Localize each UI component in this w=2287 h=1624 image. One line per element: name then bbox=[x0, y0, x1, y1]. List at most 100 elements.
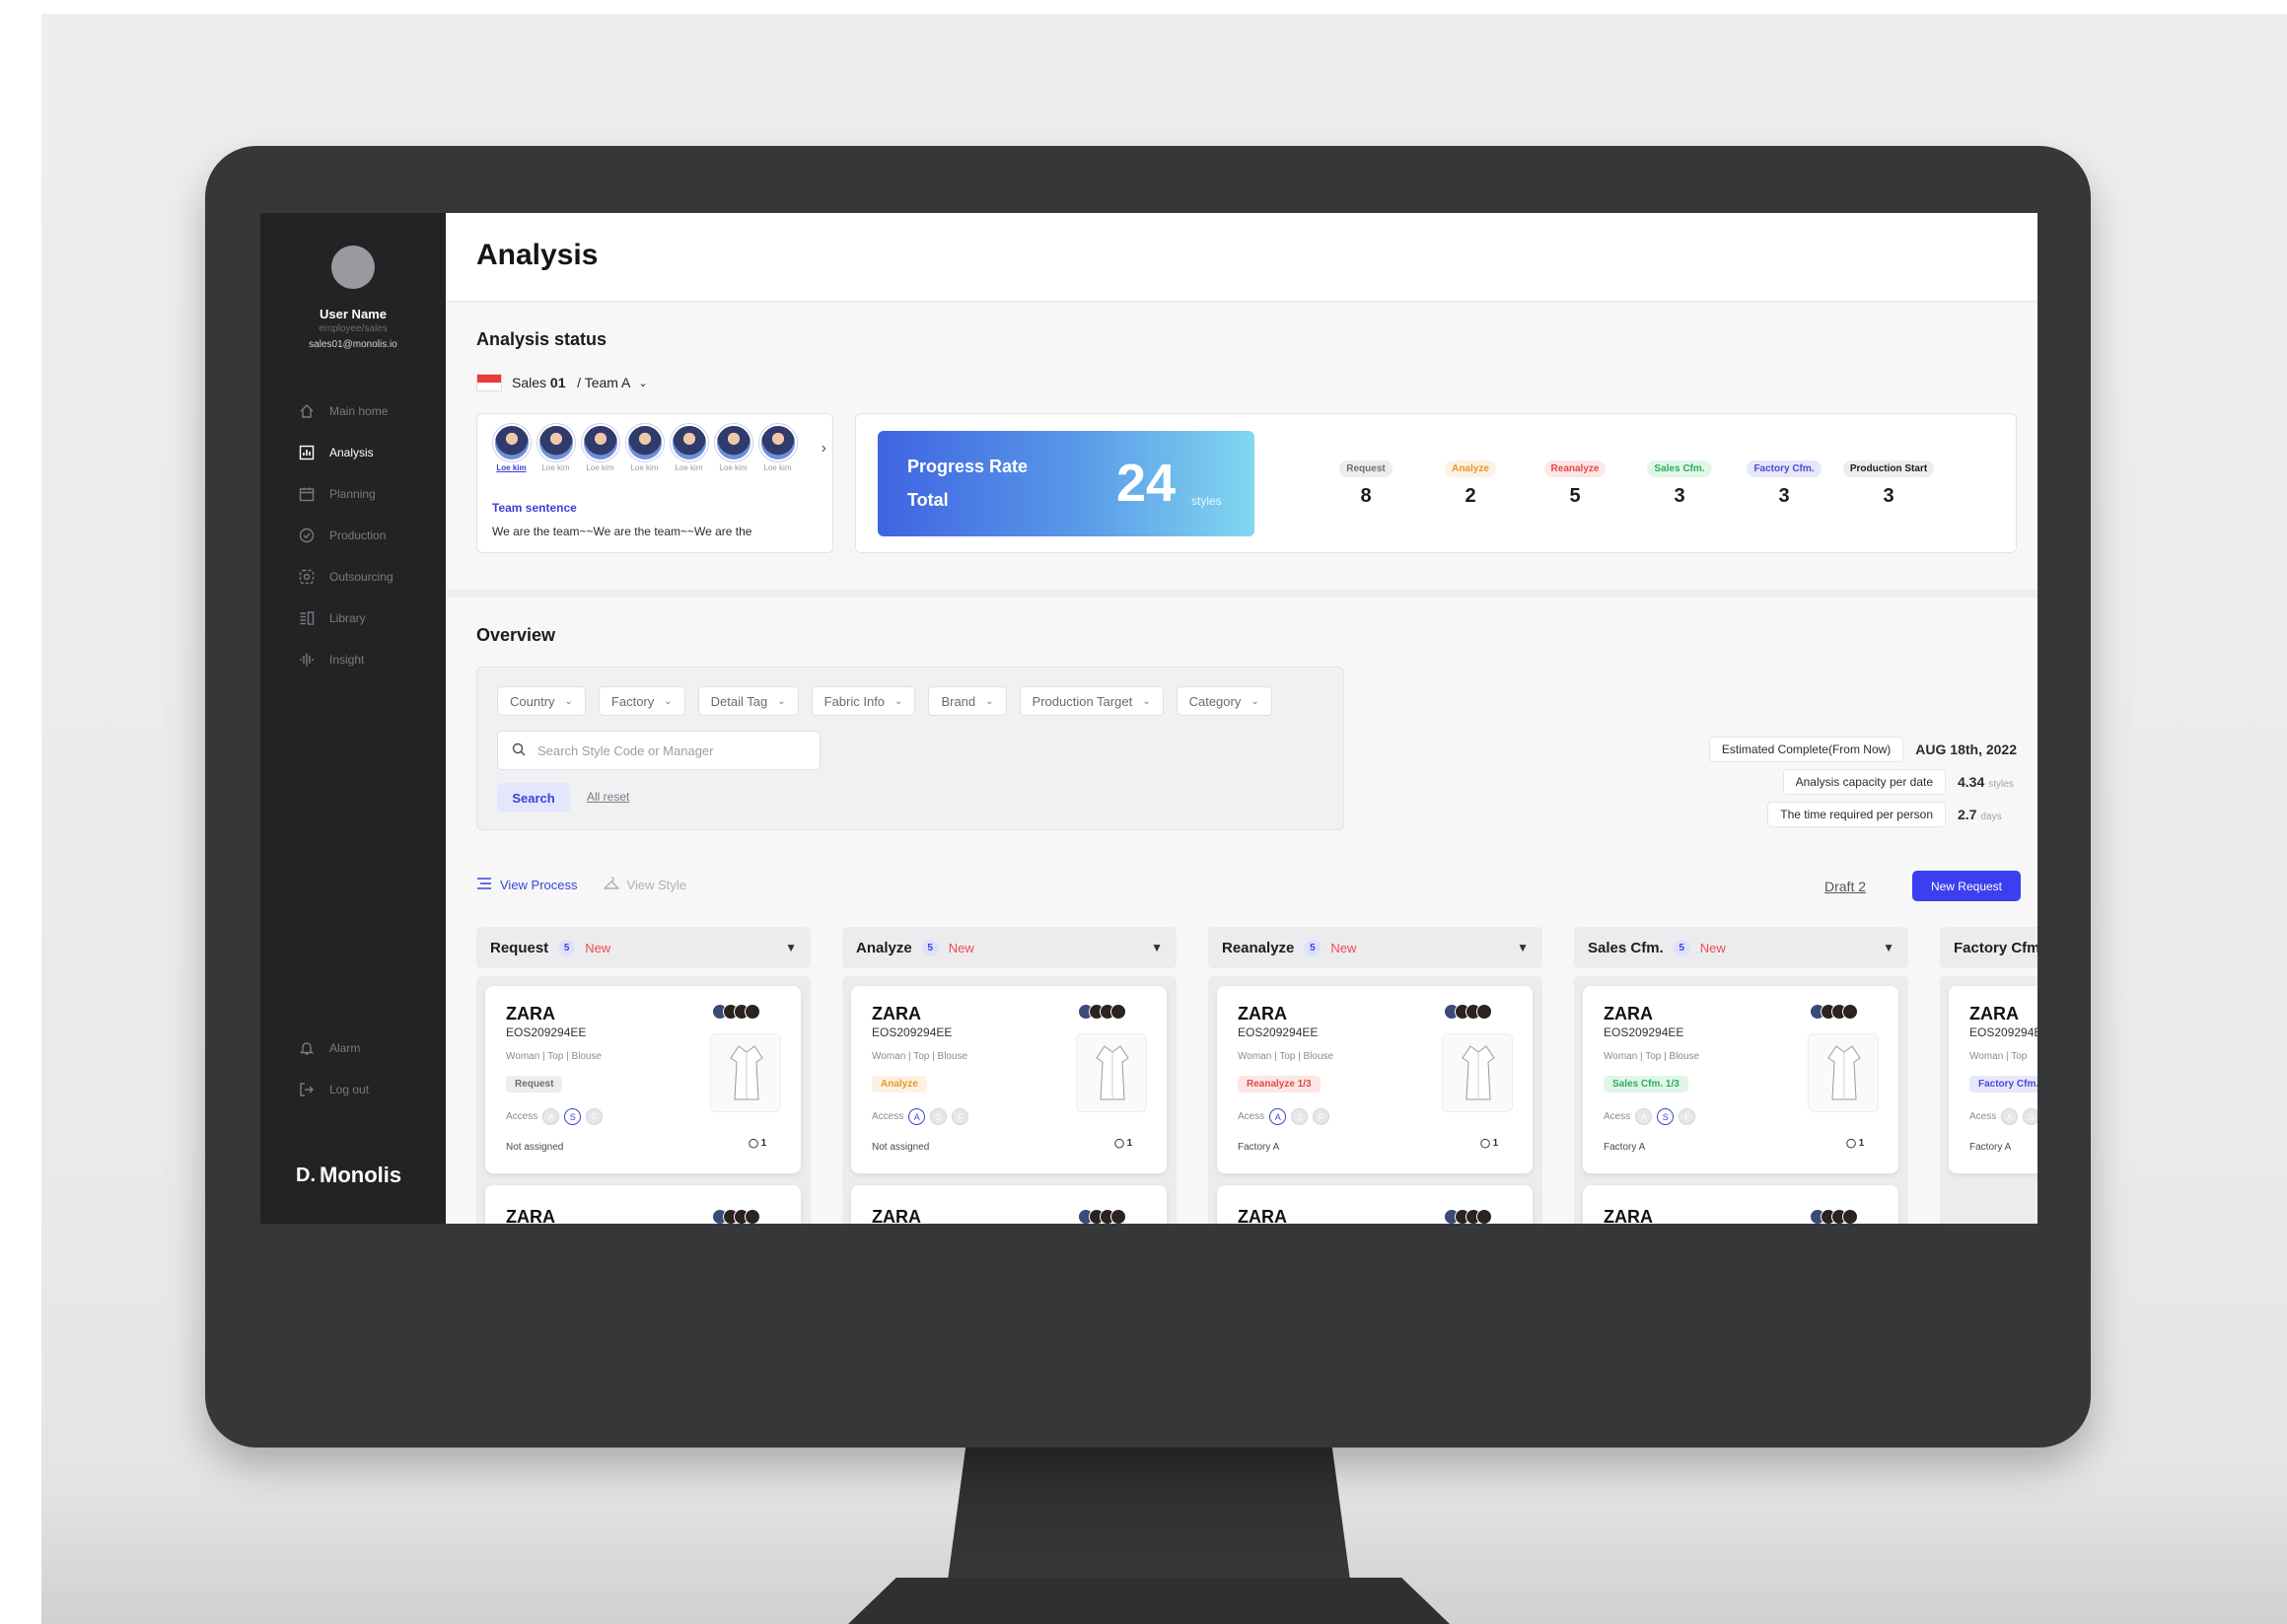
chevron-down-icon: ⌄ bbox=[894, 695, 903, 707]
access-badge[interactable]: A bbox=[2001, 1108, 2019, 1125]
access-badge[interactable]: F bbox=[1313, 1108, 1330, 1125]
chevron-right-icon[interactable]: › bbox=[822, 440, 826, 458]
access-badge[interactable]: S bbox=[1657, 1108, 1675, 1125]
stage-stat: Analyze 2 bbox=[1418, 459, 1523, 508]
member-name: Loe kim bbox=[719, 463, 748, 472]
sidebar-item-library[interactable]: Library bbox=[298, 598, 393, 639]
team-card: Loe kim Loe kim Loe kim Loe kim Loe kim Loe k… bbox=[476, 413, 833, 553]
card-comments[interactable]: ◯ 1 bbox=[1480, 1138, 1498, 1149]
style-card[interactable]: ZARA EOS209294EE Woman | Top | Blouse Analy… bbox=[851, 986, 1167, 1173]
tab-view-style[interactable]: View Style bbox=[602, 877, 686, 893]
access-badge[interactable]: A bbox=[908, 1108, 926, 1125]
column-header[interactable]: Request 5 New ▼ bbox=[476, 927, 811, 968]
caret-down-icon[interactable]: ▼ bbox=[785, 941, 797, 954]
dress-icon bbox=[1827, 1045, 1861, 1100]
sales-number: 01 bbox=[549, 375, 566, 390]
access-badge[interactable]: F bbox=[1679, 1108, 1696, 1125]
sidebar-bottom-nav: Alarm Log out bbox=[298, 1027, 369, 1110]
brand-logo[interactable]: D. Monolis bbox=[296, 1163, 401, 1188]
card-comments[interactable]: ◯ 1 bbox=[749, 1138, 766, 1149]
sidebar-item-analysis[interactable]: Analysis bbox=[298, 432, 393, 473]
team-member[interactable]: Loe kim bbox=[667, 424, 711, 472]
column-body: ZARA EOS209294EE Woman | Top | Blouse Reque… bbox=[476, 976, 811, 1224]
access-badge[interactable]: F bbox=[586, 1108, 604, 1125]
team-label: / Team A bbox=[577, 375, 631, 390]
column-body: ZARA EOS209294EE Woman | Top | Blouse Sales… bbox=[1574, 976, 1908, 1224]
style-card[interactable]: ZARA bbox=[485, 1185, 801, 1224]
filter-dropdown[interactable]: Fabric Info ⌄ bbox=[811, 686, 916, 716]
card-style-code: EOS209294EE bbox=[1604, 1025, 1684, 1039]
card-comments[interactable]: ◯ 1 bbox=[1846, 1138, 1864, 1149]
column-header[interactable]: Sales Cfm. 5 New ▼ bbox=[1574, 927, 1908, 968]
chevron-down-icon: ⌄ bbox=[664, 695, 673, 707]
style-card[interactable]: ZARA bbox=[1583, 1185, 1898, 1224]
access-badge[interactable]: S bbox=[564, 1108, 582, 1125]
access-badge[interactable]: A bbox=[542, 1108, 560, 1125]
chevron-down-icon: ⌄ bbox=[985, 695, 994, 707]
caret-down-icon[interactable]: ▼ bbox=[1883, 941, 1894, 954]
access-label: Access bbox=[506, 1111, 538, 1122]
search-input[interactable]: Search Style Code or Manager bbox=[497, 731, 821, 770]
column-header[interactable]: Reanalyze 5 New ▼ bbox=[1208, 927, 1542, 968]
team-member[interactable]: Loe kim bbox=[622, 424, 667, 472]
access-badge[interactable]: S bbox=[2023, 1108, 2037, 1125]
sidebar-item-insight[interactable]: Insight bbox=[298, 639, 393, 680]
search-button[interactable]: Search bbox=[497, 783, 570, 812]
column-title: Analyze bbox=[856, 939, 912, 956]
status-badge: Reanalyze 1/3 bbox=[1238, 1076, 1321, 1093]
style-card[interactable]: ZARA EOS209294EE Woman | Top | Blouse Reque… bbox=[485, 986, 801, 1173]
sidebar-item-main-home[interactable]: Main home bbox=[298, 390, 393, 432]
avatar[interactable] bbox=[331, 246, 375, 289]
caret-down-icon[interactable]: ▼ bbox=[1517, 941, 1529, 954]
style-card[interactable]: ZARA bbox=[851, 1185, 1167, 1224]
sidebar-item-alarm[interactable]: Alarm bbox=[298, 1027, 369, 1069]
style-card[interactable]: ZARAEOS209294EE Woman | Top Factory Cfm. 1… bbox=[1949, 986, 2037, 1173]
access-badge[interactable]: F bbox=[952, 1108, 969, 1125]
tab-view-process[interactable]: View Process bbox=[476, 877, 578, 893]
access-badge[interactable]: S bbox=[1291, 1108, 1309, 1125]
progress-unit: styles bbox=[1191, 494, 1222, 508]
caret-down-icon[interactable]: ▼ bbox=[1151, 941, 1163, 954]
estimate-unit: days bbox=[1980, 811, 2002, 822]
sidebar-item-outsourcing[interactable]: Outsourcing bbox=[298, 556, 393, 598]
monolis-logo-icon: D. bbox=[296, 1164, 316, 1186]
outsourcing-icon bbox=[298, 568, 316, 586]
sidebar-item-production[interactable]: Production bbox=[298, 515, 393, 556]
all-reset-link[interactable]: All reset bbox=[587, 790, 629, 804]
sidebar-item-planning[interactable]: Planning bbox=[298, 473, 393, 515]
draft-link[interactable]: Draft 2 bbox=[1824, 879, 1866, 894]
chevron-down-icon: ⌄ bbox=[638, 377, 648, 389]
team-member[interactable]: Loe kim bbox=[578, 424, 622, 472]
access-label: Acess bbox=[1604, 1111, 1631, 1122]
card-comments[interactable]: ◯ 1 bbox=[1114, 1138, 1132, 1149]
avatar bbox=[1476, 1209, 1492, 1224]
filter-dropdown[interactable]: Category ⌄ bbox=[1176, 686, 1272, 716]
filter-label: Production Target bbox=[1032, 693, 1133, 709]
style-card[interactable]: ZARA bbox=[1217, 1185, 1533, 1224]
filter-dropdown[interactable]: Country ⌄ bbox=[497, 686, 586, 716]
topbar: Analysis bbox=[446, 213, 2037, 302]
team-member[interactable]: Loe kim bbox=[755, 424, 800, 472]
filter-dropdown[interactable]: Factory ⌄ bbox=[598, 686, 685, 716]
access-badge[interactable]: A bbox=[1635, 1108, 1653, 1125]
access-badge[interactable]: S bbox=[930, 1108, 948, 1125]
filter-dropdown[interactable]: Detail Tag ⌄ bbox=[697, 686, 799, 716]
stage-badge: Sales Cfm. bbox=[1647, 460, 1712, 477]
column-header[interactable]: Factory Cfm. bbox=[1940, 927, 2037, 968]
style-card[interactable]: ZARA EOS209294EE Woman | Top | Blouse Sales… bbox=[1583, 986, 1898, 1173]
column-header[interactable]: Analyze 5 New ▼ bbox=[842, 927, 1177, 968]
team-selector[interactable]: Sales 01 / Team A ⌄ bbox=[476, 374, 648, 391]
sidebar: User Name employee/sales sales01@monolis… bbox=[260, 213, 446, 1224]
view-tabs: View Process View Style bbox=[476, 877, 712, 893]
filter-dropdown[interactable]: Production Target ⌄ bbox=[1019, 686, 1164, 716]
style-card[interactable]: ZARA EOS209294EE Woman | Top | Blouse Reana… bbox=[1217, 986, 1533, 1173]
sidebar-item-label: Production bbox=[329, 529, 387, 542]
team-member[interactable]: Loe kim bbox=[711, 424, 755, 472]
new-request-button[interactable]: New Request bbox=[1912, 871, 2021, 901]
team-member[interactable]: Loe kim bbox=[489, 424, 534, 472]
team-sentence: We are the team~~We are the team~~We are… bbox=[492, 525, 752, 538]
sidebar-item-log-out[interactable]: Log out bbox=[298, 1069, 369, 1110]
filter-dropdown[interactable]: Brand ⌄ bbox=[928, 686, 1007, 716]
team-member[interactable]: Loe kim bbox=[534, 424, 578, 472]
access-badge[interactable]: A bbox=[1269, 1108, 1287, 1125]
